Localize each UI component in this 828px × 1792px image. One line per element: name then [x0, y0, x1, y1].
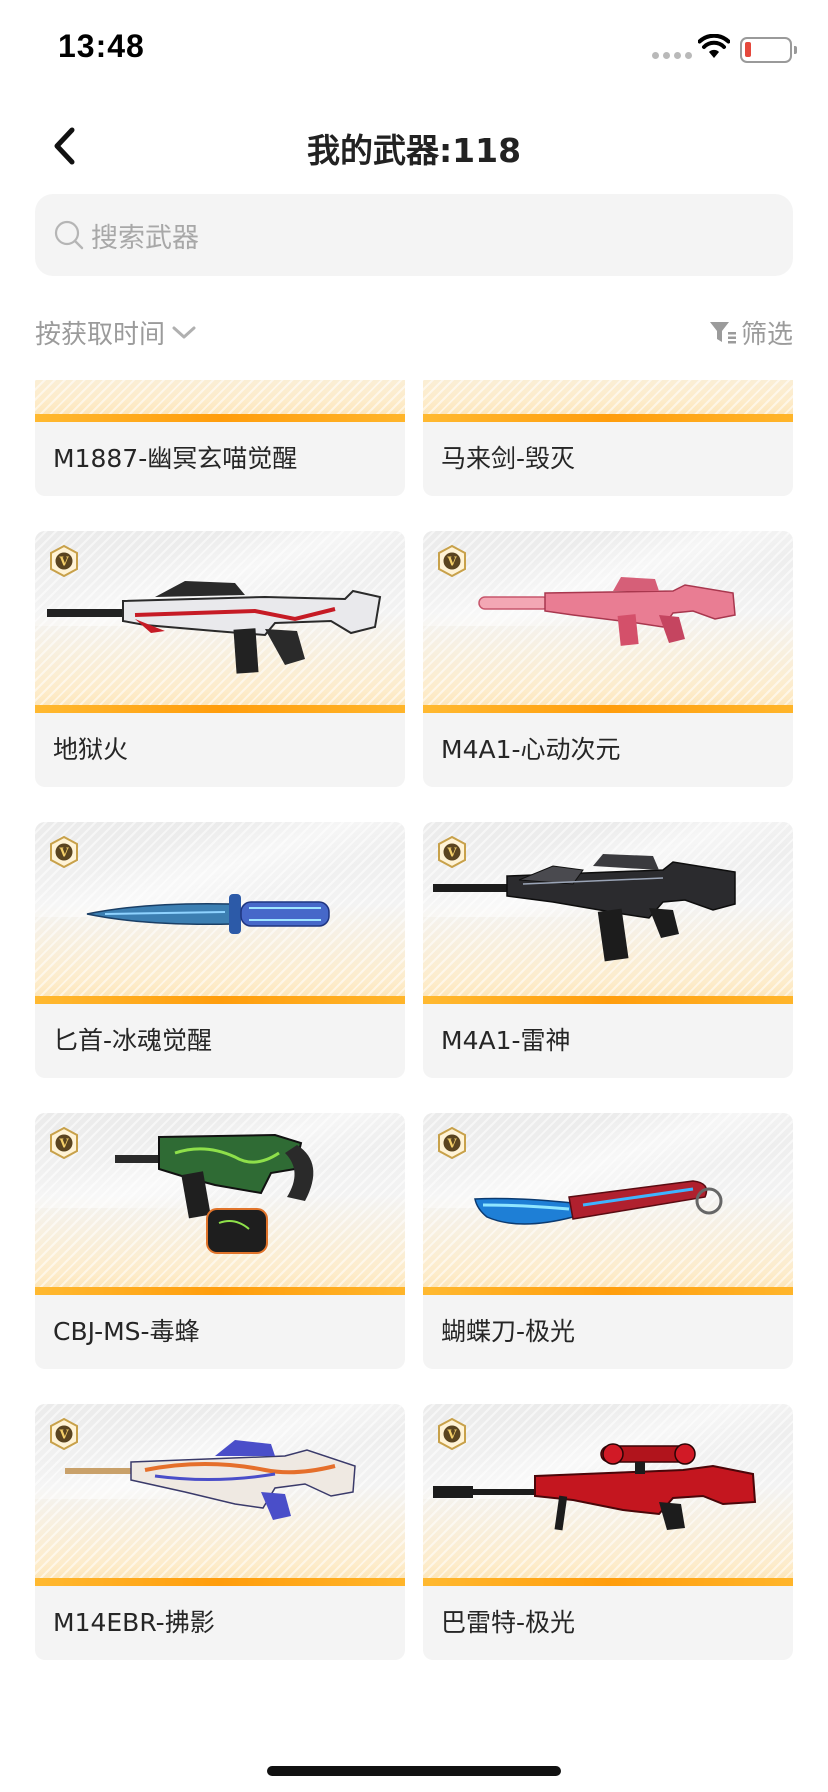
home-indicator[interactable] — [267, 1766, 561, 1776]
weapon-name: CBJ-MS-毒蜂 — [53, 1317, 200, 1346]
svg-text:V: V — [446, 555, 457, 569]
vip-badge-icon: V — [50, 1418, 78, 1450]
weapon-image: V — [35, 822, 405, 1004]
vip-badge-icon: V — [438, 836, 466, 868]
shotgun-icon — [35, 380, 405, 422]
filter-button[interactable]: 筛选 — [709, 314, 793, 351]
weapon-image: V — [423, 822, 793, 1004]
svg-text:V: V — [58, 846, 69, 860]
weapon-image — [423, 380, 793, 422]
weapon-image — [35, 380, 405, 422]
weapon-image: V — [423, 1404, 793, 1586]
weapon-image: V — [423, 1113, 793, 1295]
funnel-icon — [709, 321, 736, 343]
weapon-name: 蝴蝶刀-极光 — [441, 1317, 576, 1346]
sort-dropdown[interactable]: 按获取时间 — [35, 314, 197, 351]
svg-text:V: V — [58, 1428, 69, 1442]
svg-text:V: V — [446, 1137, 457, 1151]
weapon-name: 巴雷特-极光 — [441, 1608, 576, 1637]
weapon-name: M4A1-雷神 — [441, 1026, 571, 1055]
filter-label: 筛选 — [740, 320, 793, 350]
weapon-image: V — [35, 1404, 405, 1586]
weapon-image: V — [35, 1113, 405, 1295]
vip-badge-icon: V — [438, 1127, 466, 1159]
weapon-image: V — [35, 531, 405, 713]
weapon-card[interactable]: V 地狱火 — [35, 531, 405, 787]
kris-sword-icon — [423, 380, 793, 422]
weapon-card[interactable]: V M4A1-心动次元 — [423, 531, 793, 787]
weapon-card[interactable]: 马来剑-毁灭 — [423, 380, 793, 496]
weapon-card[interactable]: V M4A1-雷神 — [423, 822, 793, 1078]
weapon-grid: M1887-幽冥玄喵觉醒 马来剑-毁灭 V 地狱火 V M4A1-心动次元 V … — [35, 380, 793, 1660]
weapon-list[interactable]: M1887-幽冥玄喵觉醒 马来剑-毁灭 V 地狱火 V M4A1-心动次元 V … — [0, 380, 828, 1760]
battery-level — [745, 42, 751, 57]
marksman-rifle-icon — [65, 1440, 356, 1520]
svg-text:V: V — [446, 846, 457, 860]
nav-bar: 我的武器:118 — [0, 100, 828, 192]
weapon-card[interactable]: V 蝴蝶刀-极光 — [423, 1113, 793, 1369]
status-bar: 13:48 — [0, 0, 828, 100]
weapon-name: M14EBR-拂影 — [53, 1608, 215, 1637]
sort-filter-row: 按获取时间 筛选 — [35, 310, 793, 354]
svg-text:V: V — [58, 555, 69, 569]
vip-badge-icon: V — [50, 545, 78, 577]
weapon-name: 地狱火 — [53, 735, 129, 764]
cellular-signal-icon — [652, 52, 692, 59]
vip-badge-icon: V — [50, 1127, 78, 1159]
svg-text:V: V — [58, 1137, 69, 1151]
rifle-black-icon — [433, 854, 736, 962]
rifle-pink-icon — [478, 577, 736, 646]
weapon-name: 马来剑-毁灭 — [441, 444, 576, 473]
dagger-icon — [86, 894, 330, 934]
vip-badge-icon: V — [50, 836, 78, 868]
battery-icon — [740, 37, 797, 63]
weapon-card[interactable]: M1887-幽冥玄喵觉醒 — [35, 380, 405, 496]
svg-text:V: V — [446, 1428, 457, 1442]
vip-badge-icon: V — [438, 545, 466, 577]
weapon-card[interactable]: V M14EBR-拂影 — [35, 1404, 405, 1660]
weapon-name: M1887-幽冥玄喵觉醒 — [53, 444, 298, 473]
search-input[interactable]: 搜索武器 — [35, 194, 793, 276]
weapon-name: M4A1-心动次元 — [441, 735, 621, 764]
assault-rifle-icon — [47, 581, 382, 674]
weapon-card[interactable]: V CBJ-MS-毒蜂 — [35, 1113, 405, 1369]
smg-icon — [115, 1133, 314, 1254]
sort-label: 按获取时间 — [35, 320, 166, 350]
weapon-name: 匕首-冰魂觉醒 — [53, 1026, 213, 1055]
butterfly-knife-icon — [474, 1180, 723, 1225]
wifi-icon — [698, 34, 730, 58]
search-icon — [54, 220, 84, 250]
sniper-rifle-icon — [433, 1443, 757, 1531]
chevron-down-icon — [172, 326, 196, 338]
search-placeholder: 搜索武器 — [91, 222, 199, 254]
weapon-card[interactable]: V 匕首-冰魂觉醒 — [35, 822, 405, 1078]
weapon-card[interactable]: V 巴雷特-极光 — [423, 1404, 793, 1660]
page-title: 我的武器:118 — [306, 131, 522, 170]
weapon-image: V — [423, 531, 793, 713]
vip-badge-icon: V — [438, 1418, 466, 1450]
status-time: 13:48 — [58, 28, 145, 64]
